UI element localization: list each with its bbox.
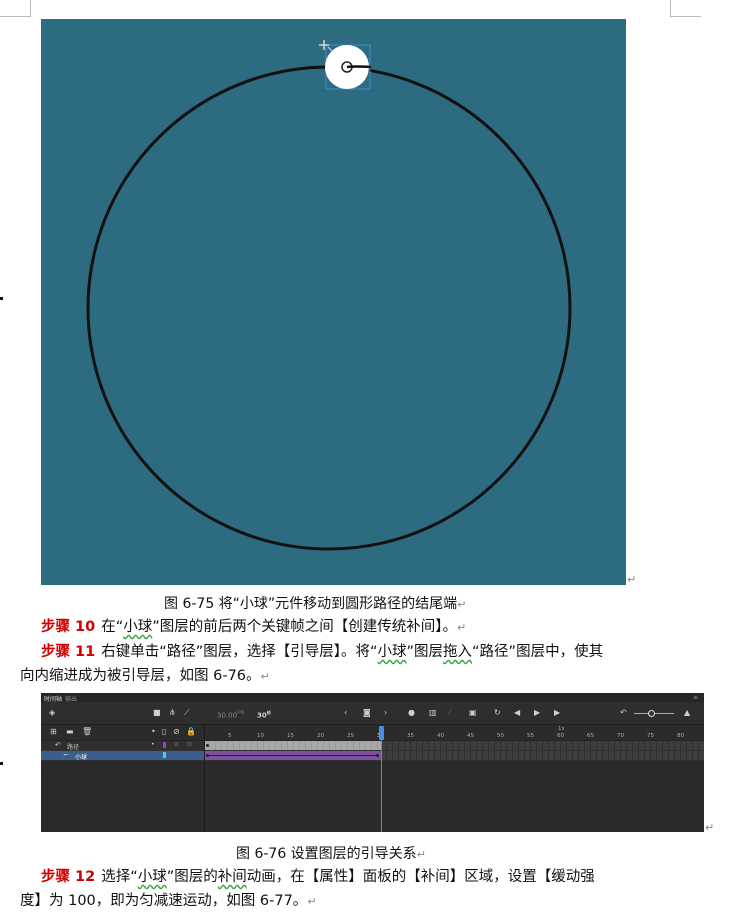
- graph-icon[interactable]: ⟋: [184, 708, 190, 718]
- figure-caption: 图 6-75 将“小球”元件移动到圆形路径的结尾端↵: [164, 596, 467, 612]
- ruler-tick: 80: [677, 733, 684, 739]
- step-11-line2: 向内缩进成为被引导层，如图 6-76。↵: [20, 668, 270, 684]
- chevron-left-icon[interactable]: ‹: [344, 708, 347, 718]
- dot-icon: •: [151, 741, 155, 748]
- step-12-paragraph: 步骤 12 选择“小球”图层的补间动画，在【属性】面板的【补间】区域，设置【缓动强: [41, 869, 595, 885]
- tween-arrow-line: [208, 755, 378, 756]
- page-corner-mark-right: [670, 0, 701, 17]
- step-label: 步骤 12: [41, 869, 96, 885]
- layer-row-ball[interactable]: ⌐ 小球: [41, 751, 204, 761]
- margin-marker: [0, 297, 3, 300]
- current-frame[interactable]: 30帧: [257, 708, 271, 720]
- circle-path: [86, 65, 572, 551]
- step-label: 步骤 11: [41, 644, 96, 660]
- frame-ruler[interactable]: 1s 5 10 15 20 25 30 35 40 45 50 55 60 65…: [204, 725, 704, 741]
- camera-icon[interactable]: ■: [153, 708, 161, 718]
- playhead-handle[interactable]: [379, 726, 384, 740]
- undo-icon[interactable]: ↶: [620, 708, 627, 718]
- step-10-paragraph: 步骤 10 在“小球”图层的前后两个关键帧之间【创建传统补间】。↵: [41, 619, 467, 635]
- path-end-segment: [346, 65, 372, 69]
- empty-frames: [381, 741, 704, 750]
- center-frame-icon[interactable]: ◙: [363, 708, 371, 718]
- new-folder-icon[interactable]: ▬: [66, 727, 74, 737]
- keyframe-dot[interactable]: [206, 754, 209, 757]
- hide-icon[interactable]: ⊘: [173, 727, 180, 737]
- ruler-tick: 70: [617, 733, 624, 739]
- step-forward-icon[interactable]: ▶: [554, 708, 560, 718]
- stage-drawing: [86, 40, 572, 551]
- page-corner-mark-left: [0, 0, 31, 17]
- playhead-line: [381, 740, 382, 832]
- ruler-tick: 45: [467, 733, 474, 739]
- margin-marker: [0, 762, 3, 765]
- mountains-icon[interactable]: ▲: [684, 708, 690, 718]
- ruler-tick: 35: [407, 733, 414, 739]
- onion-skin-icon[interactable]: ●: [408, 708, 415, 718]
- panel-divider: [204, 725, 205, 832]
- play-icon[interactable]: ▶: [534, 708, 540, 718]
- layer-color-swatch[interactable]: [163, 752, 166, 758]
- ruler-second-label: 1s: [558, 726, 565, 732]
- insert-icon[interactable]: ▣: [469, 708, 477, 718]
- timeline-empty-area: [41, 761, 704, 832]
- panel-menu-icon[interactable]: ≡: [693, 694, 698, 701]
- paragraph-mark: ↵: [627, 573, 637, 586]
- keyframe-dot[interactable]: [376, 754, 379, 757]
- ruler-tick: 65: [587, 733, 594, 739]
- trash-icon[interactable]: 🗑: [82, 727, 92, 737]
- layer-header: ⊞ ▬ 🗑 • ▯ ⊘ 🔒: [41, 725, 204, 741]
- step-12-line2: 度】为 100，即为匀减速运动，如图 6-77。↵: [20, 893, 317, 909]
- figure-caption: 图 6-76 设置图层的引导关系↵: [236, 846, 426, 862]
- layer-row-path[interactable]: ↶ 路径 • ⊘ ⊡: [41, 740, 204, 751]
- paragraph-mark: ↵: [705, 821, 715, 834]
- ruler-tick: 55: [527, 733, 534, 739]
- step-label: 步骤 10: [41, 619, 96, 635]
- fps-display[interactable]: 30.00FPS: [217, 708, 244, 720]
- lock-icon[interactable]: ⊡: [187, 740, 192, 750]
- edit-multiple-icon[interactable]: ▥: [429, 708, 437, 718]
- ruler-tick: 15: [287, 733, 294, 739]
- step-back-icon[interactable]: ◀: [514, 708, 520, 718]
- ruler-tick: 75: [647, 733, 654, 739]
- ruler-tick: 20: [317, 733, 324, 739]
- parent-view-icon[interactable]: ⋔: [169, 708, 176, 718]
- timeline-tab-bar: 时间轴 输出 ≡: [41, 693, 704, 703]
- layer-name: 小球: [75, 754, 88, 761]
- ruler-tick: 10: [257, 733, 264, 739]
- timeline-toolbar: ◈ ■ ⋔ ⟋ 30.00FPS 30帧 ‹ ◙ › ● ▥ ⁄ ▣ ↻ ◀ ▶…: [41, 702, 704, 725]
- layer-color-swatch[interactable]: [163, 742, 166, 748]
- frames-path[interactable]: [204, 741, 704, 750]
- chevron-right-icon[interactable]: ›: [384, 708, 387, 718]
- hide-icon[interactable]: ⊘: [174, 740, 179, 750]
- keyframe-dot[interactable]: [206, 744, 209, 747]
- figure-stage: [41, 19, 626, 585]
- loop-icon[interactable]: ↻: [494, 708, 501, 718]
- static-frames[interactable]: [204, 741, 381, 750]
- zoom-slider-handle[interactable]: [648, 710, 655, 717]
- ruler-tick: 40: [437, 733, 444, 739]
- guided-layer-icon: ⌐: [63, 751, 69, 759]
- ruler-tick: 5: [228, 733, 232, 739]
- ruler-tick: 60: [557, 733, 564, 739]
- lock-icon[interactable]: 🔒: [186, 727, 196, 737]
- new-layer-icon[interactable]: ⊞: [50, 727, 57, 737]
- outline-icon[interactable]: ▯: [162, 727, 166, 737]
- frames-ball[interactable]: [204, 751, 704, 760]
- ruler-tick: 25: [347, 733, 354, 739]
- dot-icon[interactable]: •: [151, 727, 156, 737]
- empty-frames: [381, 751, 704, 760]
- guide-layer-icon: ↶: [55, 741, 61, 749]
- layers-icon[interactable]: ◈: [49, 708, 55, 718]
- timeline-panel: 时间轴 输出 ≡ ◈ ■ ⋔ ⟋ 30.00FPS 30帧 ‹ ◙ › ● ▥ …: [41, 693, 704, 832]
- step-11-paragraph: 步骤 11 右键单击“路径”图层，选择【引导层】。将“小球”图层拖入“路径”图层中…: [41, 644, 604, 660]
- brush-icon[interactable]: ⁄: [449, 708, 450, 718]
- ruler-tick: 50: [497, 733, 504, 739]
